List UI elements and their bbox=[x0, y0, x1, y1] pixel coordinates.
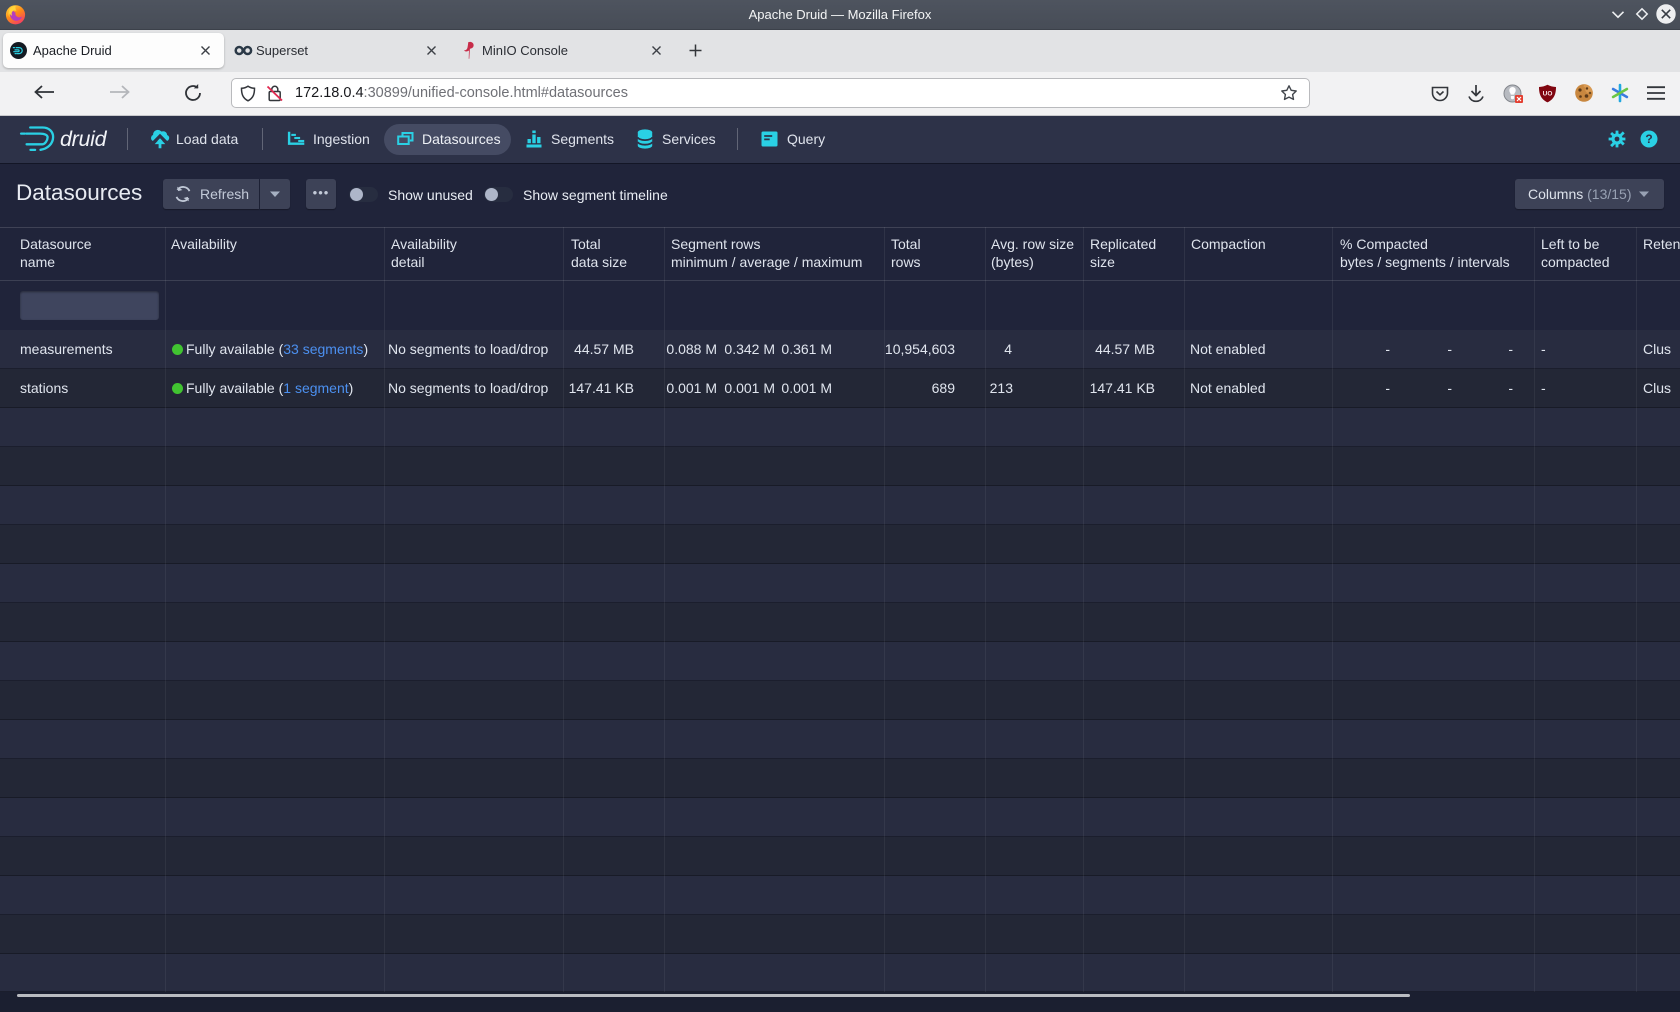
svg-text:?: ? bbox=[1645, 132, 1652, 146]
svg-text:UO: UO bbox=[1543, 91, 1553, 98]
